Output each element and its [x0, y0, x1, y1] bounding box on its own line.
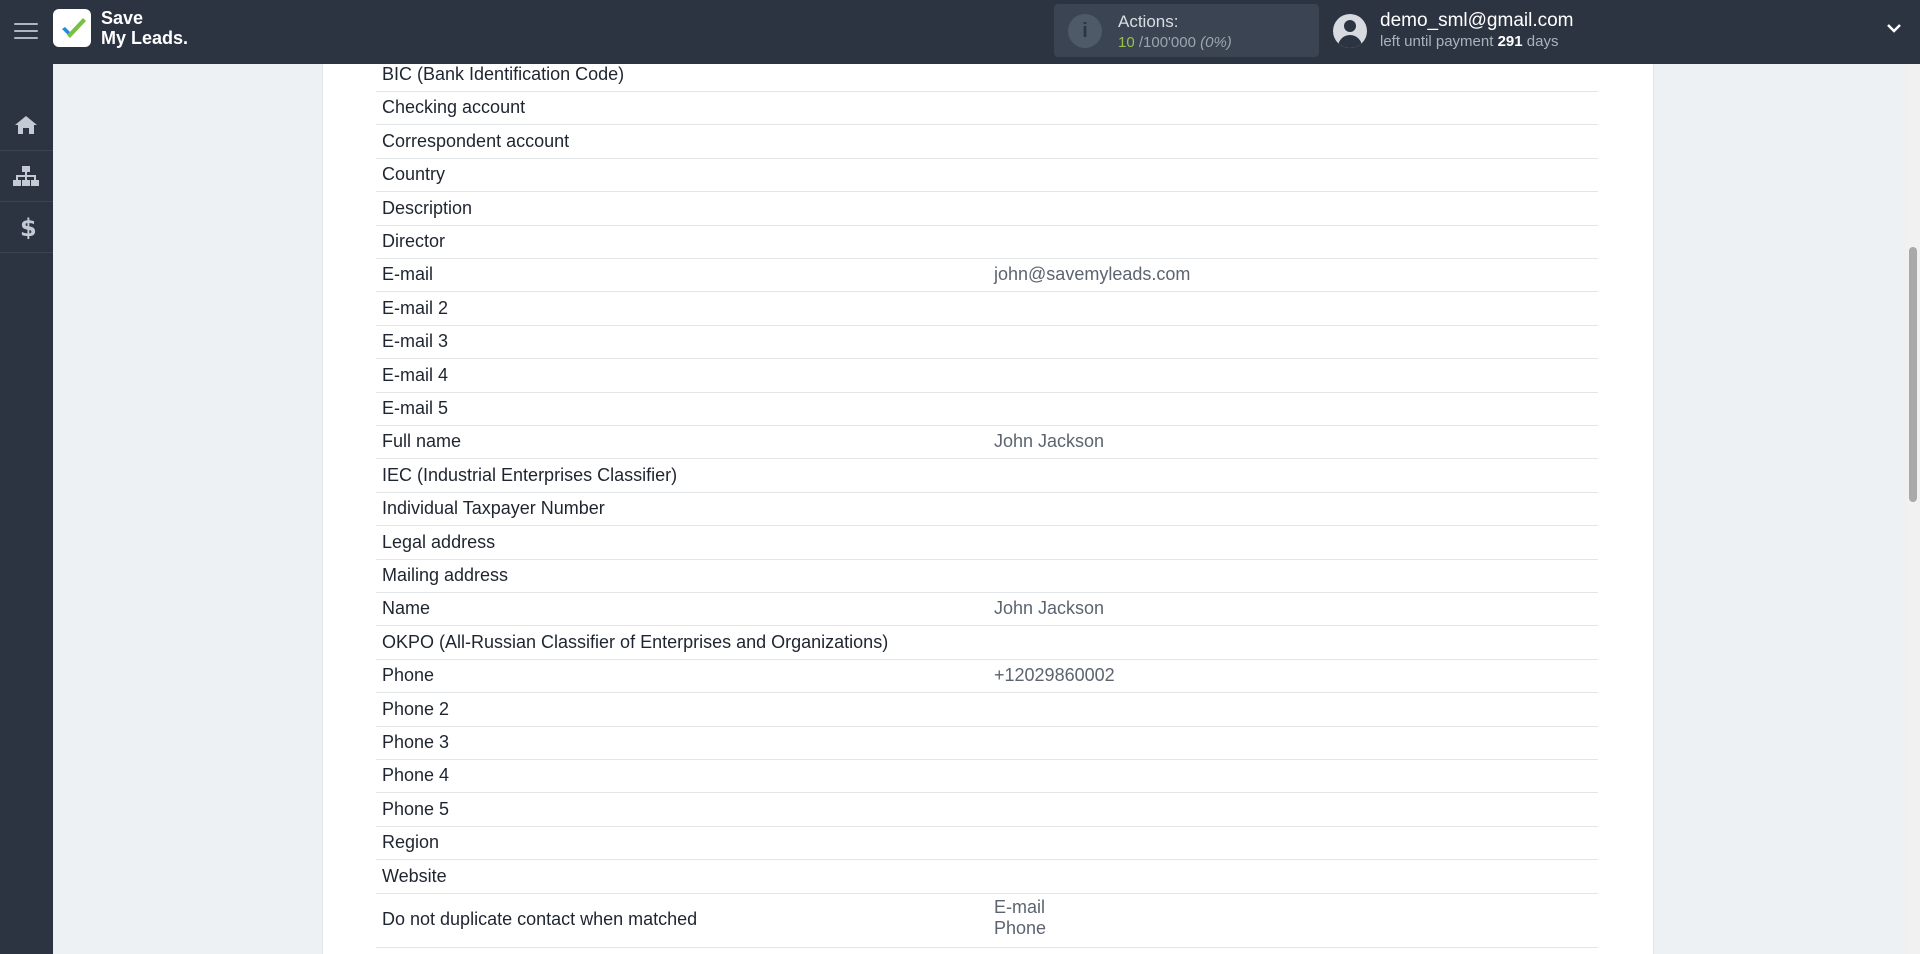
dollar-icon: $ — [20, 215, 37, 239]
field-label: Full name — [382, 431, 462, 452]
table-row[interactable]: Name John Jackson — [376, 592, 1598, 627]
info-icon: i — [1068, 14, 1102, 48]
fields-card: BIC (Bank Identification Code) Checking a… — [322, 64, 1654, 954]
home-icon — [15, 116, 37, 134]
field-label: Phone 3 — [382, 732, 450, 752]
field-label: Phone — [382, 665, 435, 686]
table-row[interactable]: E-mail john@savemyleads.com — [376, 258, 1598, 293]
table-row[interactable]: Phone +12029860002 — [376, 659, 1598, 694]
field-label: BIC (Bank Identification Code) — [382, 64, 625, 84]
field-value: john@savemyleads.com — [994, 264, 1191, 285]
logo-icon[interactable] — [53, 9, 91, 47]
table-row[interactable]: Website — [376, 860, 1598, 894]
actions-percent: (0%) — [1200, 34, 1232, 51]
scrollbar-thumb[interactable] — [1909, 247, 1917, 502]
field-label: E-mail 2 — [382, 297, 449, 318]
field-label: Individual Taxpayer Number — [382, 498, 605, 519]
table-row[interactable]: E-mail 3 — [376, 325, 1598, 360]
sidebar-item-home[interactable] — [0, 100, 53, 151]
field-label: E-mail 5 — [382, 398, 449, 418]
table-row[interactable]: Phone 2 — [376, 693, 1598, 727]
field-label: Checking account — [382, 97, 526, 118]
table-row[interactable]: Mailing address — [376, 559, 1598, 593]
user-email[interactable]: demo_sml@gmail.com — [1380, 10, 1574, 32]
table-row[interactable]: BIC (Bank Identification Code) — [376, 58, 1598, 92]
payment-days: 291 — [1497, 33, 1523, 50]
table-row[interactable]: Checking account — [376, 91, 1598, 126]
menu-icon[interactable] — [14, 18, 38, 46]
field-label: E-mail 3 — [382, 331, 449, 352]
field-label: Phone 5 — [382, 798, 450, 819]
svg-text:$: $ — [20, 215, 37, 239]
field-value: John Jackson — [994, 598, 1105, 619]
top-bar: Save My Leads. i Actions: 10 /100'000 (0… — [0, 0, 1920, 64]
field-label: E-mail 4 — [382, 364, 449, 385]
sidebar-item-connections[interactable] — [0, 151, 53, 202]
field-label: OKPO (All-Russian Classifier of Enterpri… — [382, 631, 889, 652]
table-row[interactable]: Phone 5 — [376, 793, 1598, 827]
field-label: Legal address — [382, 531, 496, 552]
table-row[interactable]: Director — [376, 225, 1598, 259]
field-label: E-mail — [382, 264, 434, 285]
actions-counter: i Actions: 10 /100'000 (0%) — [1054, 4, 1319, 57]
actions-label: Actions: — [1118, 12, 1179, 31]
actions-value: 10 /100'000 (0%) — [1118, 34, 1232, 51]
payment-suffix: days — [1526, 33, 1559, 50]
chevron-down-icon[interactable] — [1884, 18, 1904, 38]
sitemap-icon — [13, 166, 39, 186]
logo-text[interactable]: Save My Leads. — [101, 8, 188, 48]
field-label: Correspondent account — [382, 130, 570, 151]
field-value: John Jackson — [994, 431, 1105, 452]
table-row[interactable]: E-mail 2 — [376, 292, 1598, 326]
duplicate-setting-row[interactable]: Do not duplicate contact when matched E-… — [376, 893, 1598, 948]
field-label: Mailing address — [382, 565, 509, 585]
field-label: Phone 2 — [382, 698, 450, 719]
sidebar-item-billing[interactable]: $ — [0, 202, 53, 253]
table-row[interactable]: E-mail 5 — [376, 392, 1598, 426]
table-row[interactable]: Country — [376, 158, 1598, 193]
field-label: IEC (Industrial Enterprises Classifier) — [382, 464, 678, 485]
sidebar: $ — [0, 64, 53, 954]
actions-total: /100'000 — [1138, 34, 1196, 51]
field-label: Region — [382, 832, 440, 853]
scrollbar-track[interactable] — [1906, 64, 1920, 954]
table-row[interactable]: Phone 3 — [376, 726, 1598, 760]
table-row[interactable]: Legal address — [376, 526, 1598, 560]
actions-used: 10 — [1118, 34, 1135, 51]
field-label: Website — [382, 865, 447, 886]
field-label: Country — [382, 164, 446, 185]
duplicate-setting-label: Do not duplicate contact when matched — [382, 909, 698, 929]
field-label: Phone 4 — [382, 765, 450, 786]
table-row[interactable]: Description — [376, 192, 1598, 226]
table-row[interactable]: Individual Taxpayer Number — [376, 492, 1598, 527]
table-row[interactable]: Region — [376, 826, 1598, 861]
table-row[interactable]: E-mail 4 — [376, 359, 1598, 393]
table-row[interactable]: Correspondent account — [376, 125, 1598, 159]
field-label: Name — [382, 598, 431, 619]
table-row[interactable]: IEC (Industrial Enterprises Classifier) — [376, 459, 1598, 493]
payment-status: left until payment 291 days — [1380, 33, 1558, 50]
duplicate-setting-value: E-mail Phone — [994, 897, 1047, 938]
table-row[interactable]: Full name John Jackson — [376, 425, 1598, 460]
table-row[interactable]: OKPO (All-Russian Classifier of Enterpri… — [376, 626, 1598, 660]
field-label: Director — [382, 231, 446, 251]
avatar-icon[interactable] — [1333, 14, 1367, 48]
field-label: Description — [382, 197, 473, 218]
payment-prefix: left until payment — [1380, 33, 1494, 50]
field-value: +12029860002 — [994, 665, 1115, 686]
table-row[interactable]: Phone 4 — [376, 759, 1598, 794]
